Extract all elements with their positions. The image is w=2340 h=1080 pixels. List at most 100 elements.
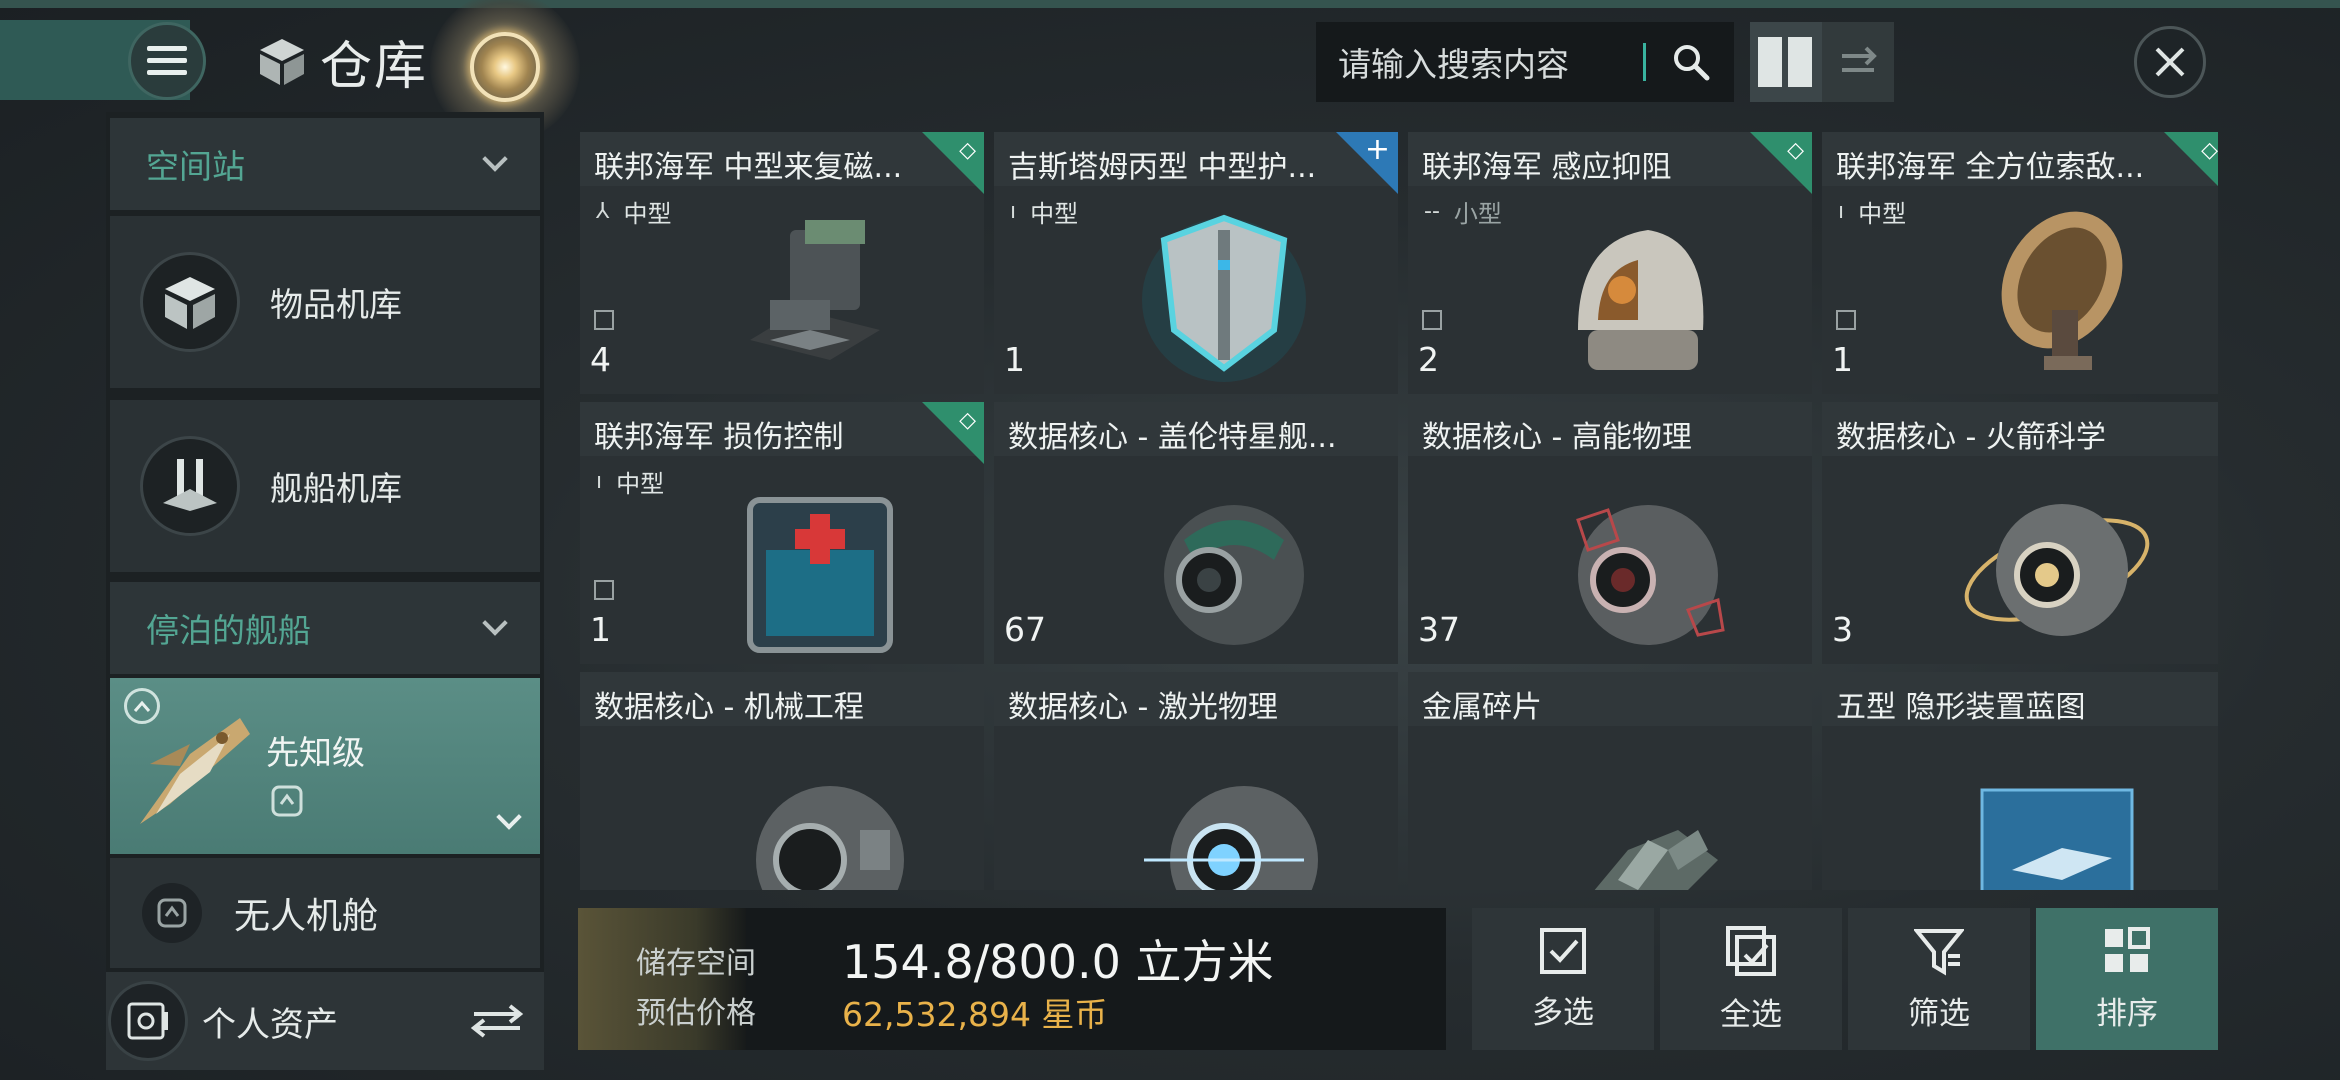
item-tile[interactable]: 联邦海军 损伤控制 ◇ ı 中型 1	[580, 402, 984, 664]
sort-button[interactable]: 排序	[2036, 908, 2218, 1050]
safe-icon	[108, 981, 188, 1061]
multi-select-button[interactable]: 多选	[1472, 908, 1654, 1050]
item-name: 金属碎片	[1422, 690, 1542, 725]
item-name: 数据核心 - 盖伦特星舰...	[1008, 420, 1337, 455]
close-button[interactable]	[2134, 26, 2206, 98]
section-space-station[interactable]: 空间站	[110, 118, 540, 210]
item-size-label: 中型	[1858, 200, 1907, 228]
item-tile[interactable]: 联邦海军 中型来复磁... ◇ ⅄ 中型 4	[580, 132, 984, 394]
docked-ship-card[interactable]: 先知级	[110, 678, 540, 854]
search-input[interactable]: 请输入搜索内容	[1316, 22, 1734, 102]
item-size: ⅄ 中型	[596, 194, 671, 229]
grid-view-icon[interactable]	[1750, 22, 1822, 102]
item-tile[interactable]: 五型 隐形装置蓝图	[1822, 672, 2218, 890]
item-size-label: 中型	[616, 470, 665, 498]
item-size-label: 中型	[623, 200, 672, 228]
item-name: 联邦海军 全方位索敌...	[1836, 150, 2145, 185]
item-size-label: 小型	[1453, 200, 1502, 228]
item-quantity: 1	[1004, 340, 1025, 379]
item-tile[interactable]: 数据核心 - 盖伦特星舰... 67	[994, 402, 1398, 664]
sidebar-item-item-hangar[interactable]: 物品机库	[110, 216, 540, 388]
item-tile[interactable]: 数据核心 - 机械工程	[580, 672, 984, 890]
item-name: 数据核心 - 机械工程	[594, 690, 864, 725]
sidebar-item-label: 物品机库	[270, 285, 402, 324]
sidebar-item-drone-bay[interactable]: 无人机舱	[110, 858, 540, 968]
sidebar-item-label: 无人机舱	[234, 896, 379, 937]
checkbox-icon[interactable]	[1836, 310, 1856, 330]
filter-icon	[1914, 928, 1964, 976]
item-tile[interactable]: 联邦海军 感应抑阻 ◇ -- 小型 2	[1408, 132, 1812, 394]
view-toggle[interactable]	[1750, 22, 1894, 102]
turret-image	[750, 220, 880, 360]
item-size-label: 中型	[1030, 200, 1079, 228]
sidebar: 空间站 物品机库 舰船机库 停泊的舰船 先知级 无人机舱 个人资产	[106, 112, 544, 1070]
item-tile[interactable]: 数据核心 - 高能物理 37	[1408, 402, 1812, 664]
multi-select-label: 多选	[1532, 994, 1594, 1031]
select-all-label: 全选	[1720, 996, 1782, 1033]
top-accent-line	[0, 0, 2340, 8]
item-quantity: 1	[590, 610, 611, 649]
personal-assets-label: 个人资产	[202, 1004, 338, 1045]
storage-space-value: 154.8/800.0 立方米	[842, 935, 1274, 989]
sidebar-item-ship-hangar[interactable]: 舰船机库	[110, 400, 540, 572]
filter-label: 筛选	[1908, 995, 1970, 1032]
shield-image	[1142, 214, 1306, 382]
cube-icon	[260, 39, 304, 85]
orb-core	[470, 32, 540, 102]
diamond-icon: ◇	[2201, 138, 2218, 163]
checkbox-icon[interactable]	[594, 310, 614, 330]
checkbox-icon[interactable]	[594, 580, 614, 600]
item-size: -- 小型	[1424, 194, 1502, 229]
sidebar-item-label: 舰船机库	[270, 469, 402, 508]
item-tile[interactable]: 数据核心 - 激光物理	[994, 672, 1398, 890]
personal-assets-button[interactable]: 个人资产	[106, 972, 544, 1070]
search-icon[interactable]	[1672, 43, 1710, 81]
menu-button[interactable]	[128, 22, 206, 100]
size-medium-icon: ı	[1010, 199, 1017, 224]
item-quantity: 3	[1832, 610, 1853, 649]
sort-label: 排序	[2096, 995, 2158, 1032]
item-grid: 联邦海军 中型来复磁... ◇ ⅄ 中型 4 吉斯塔姆丙型 中型护... + ı中…	[576, 130, 2218, 890]
item-tile[interactable]: 数据核心 - 火箭科学 3	[1822, 402, 2218, 664]
item-name: 吉斯塔姆丙型 中型护...	[1008, 150, 1317, 185]
item-name: 数据核心 - 高能物理	[1422, 420, 1692, 455]
dome-image	[1578, 230, 1704, 370]
storage-space-label: 储存空间	[636, 946, 756, 981]
chevron-down-icon[interactable]	[496, 804, 522, 830]
datacore-image	[1164, 505, 1304, 645]
item-tile[interactable]: 金属碎片	[1408, 672, 1812, 890]
item-quantity: 2	[1418, 340, 1439, 379]
box-icon	[140, 252, 240, 352]
item-quantity: 37	[1418, 610, 1460, 649]
item-name: 联邦海军 中型来复磁...	[594, 150, 903, 185]
hamburger-icon	[147, 46, 187, 75]
search-placeholder: 请输入搜索内容	[1338, 45, 1569, 84]
drone-icon	[271, 785, 303, 817]
ship-image	[140, 718, 250, 824]
checkbox-icon[interactable]	[1422, 310, 1442, 330]
drone-icon	[142, 883, 202, 943]
filter-button[interactable]: 筛选	[1848, 908, 2030, 1050]
sort-grid-icon	[2105, 926, 2150, 972]
estimated-price-label: 预估价格	[636, 996, 756, 1031]
page-title: 仓库	[256, 26, 429, 97]
item-name: 联邦海军 损伤控制	[594, 420, 844, 455]
datacore-image	[1964, 504, 2150, 636]
item-name: 数据核心 - 激光物理	[1008, 690, 1278, 725]
search-divider	[1643, 43, 1646, 81]
swap-icon[interactable]	[470, 1004, 524, 1038]
page-title-text: 仓库	[320, 36, 429, 97]
size-small-icon: --	[1424, 199, 1440, 224]
item-size: ı 中型	[596, 464, 664, 499]
estimated-price-value: 62,532,894 星币	[842, 995, 1108, 1034]
damage-control-image	[747, 497, 893, 653]
select-all-button[interactable]: 全选	[1660, 908, 1842, 1050]
blueprint-image	[1980, 788, 2134, 890]
item-tile[interactable]: 吉斯塔姆丙型 中型护... + ı 中型 1	[994, 132, 1398, 394]
datacore-image	[756, 786, 904, 890]
item-tile[interactable]: 联邦海军 全方位索敌... ◇ ı 中型 1	[1822, 132, 2218, 394]
diamond-icon: ◇	[959, 408, 976, 433]
swap-view-icon[interactable]	[1822, 22, 1894, 102]
chevron-down-icon	[482, 610, 508, 636]
section-docked-ships[interactable]: 停泊的舰船	[110, 582, 540, 674]
